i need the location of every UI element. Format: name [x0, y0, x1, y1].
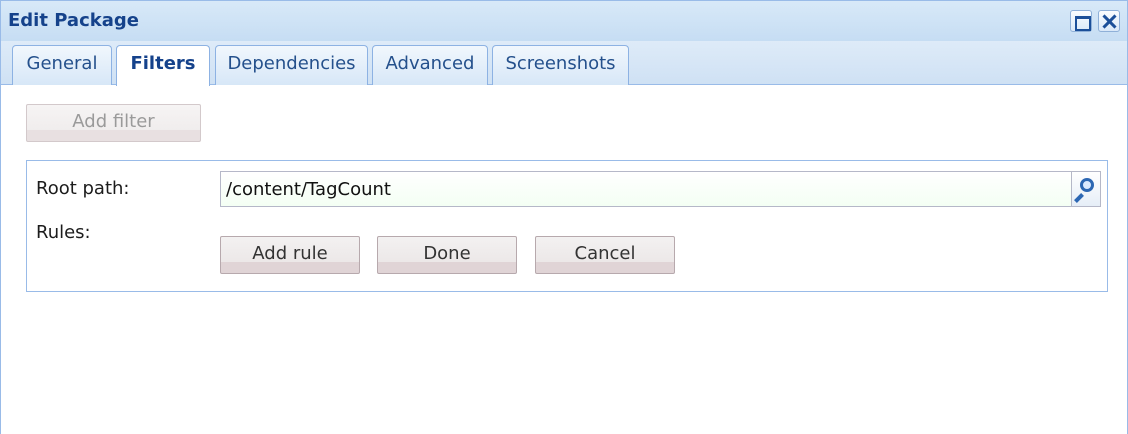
cancel-button[interactable]: Cancel	[535, 236, 675, 274]
root-path-input[interactable]	[221, 172, 1071, 206]
rules-label: Rules:	[36, 222, 91, 243]
done-button[interactable]: Done	[377, 236, 517, 274]
root-path-field[interactable]	[220, 171, 1101, 207]
tab-dependencies[interactable]: Dependencies	[215, 45, 368, 85]
filters-panel: Add filter Root path: Rules: Add rule Do…	[1, 86, 1127, 434]
search-icon[interactable]	[1071, 171, 1101, 207]
add-rule-button[interactable]: Add rule	[220, 236, 360, 274]
edit-package-window: Edit Package General Filters Dependencie…	[0, 0, 1128, 434]
window-titlebar[interactable]: Edit Package	[1, 1, 1127, 41]
add-filter-button[interactable]: Add filter	[26, 104, 201, 142]
tab-advanced[interactable]: Advanced	[372, 45, 488, 85]
maximize-icon[interactable]	[1070, 10, 1092, 32]
tab-general[interactable]: General	[12, 45, 112, 85]
root-path-label: Root path:	[36, 178, 130, 199]
tab-strip: General Filters Dependencies Advanced Sc…	[1, 41, 1127, 86]
window-title: Edit Package	[8, 10, 139, 31]
filter-definition: Root path: Rules: Add rule Done Cancel	[26, 160, 1108, 292]
tab-filters[interactable]: Filters	[116, 45, 210, 86]
close-icon[interactable]	[1098, 10, 1120, 32]
tab-screenshots[interactable]: Screenshots	[492, 45, 629, 85]
